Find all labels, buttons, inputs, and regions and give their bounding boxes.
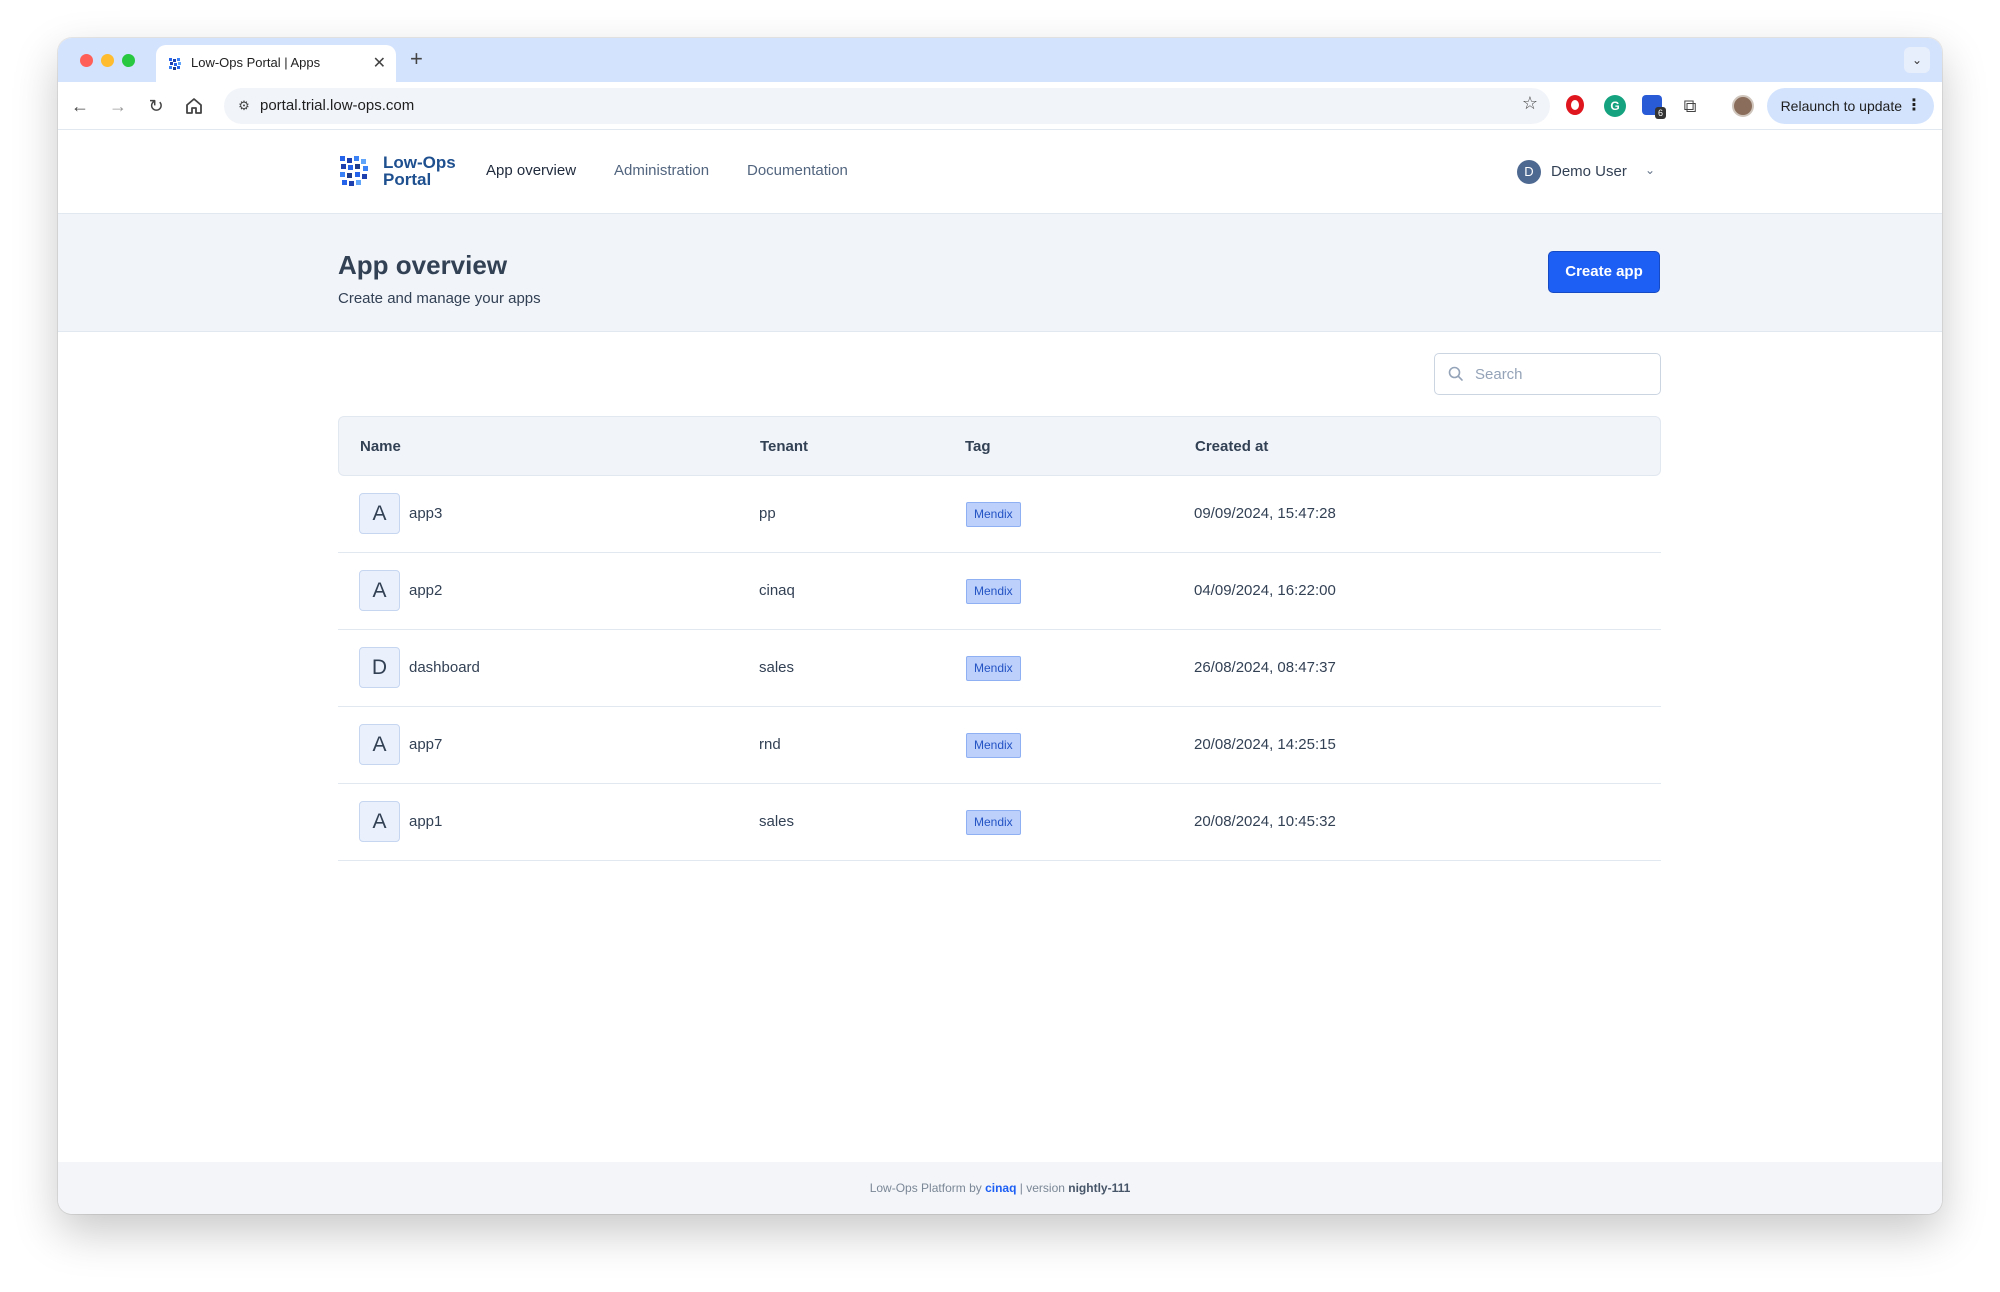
app-avatar: D [359, 647, 400, 688]
close-window-button[interactable] [80, 54, 93, 67]
table-header: Name Tenant Tag Created at [338, 416, 1661, 476]
grammarly-extension-icon[interactable]: G [1604, 95, 1626, 117]
created-at: 09/09/2024, 15:47:28 [1194, 505, 1336, 522]
nav-documentation[interactable]: Documentation [747, 162, 848, 179]
app-tenant: sales [759, 813, 795, 830]
app-name[interactable]: app3 [409, 505, 442, 522]
app-tenant: cinaq [759, 582, 795, 599]
column-header-created-at[interactable]: Created at [1195, 438, 1268, 455]
app-name[interactable]: app2 [409, 582, 442, 599]
logo-text[interactable]: Low-Ops Portal [383, 154, 456, 188]
page-subtitle: Create and manage your apps [338, 290, 541, 307]
tag-badge: Mendix [966, 502, 1021, 527]
logo-line-2: Portal [383, 170, 432, 189]
table-row[interactable]: D dashboard sales Mendix 26/08/2024, 08:… [338, 630, 1661, 707]
app-name[interactable]: dashboard [409, 659, 480, 676]
app-tenant: rnd [759, 736, 781, 753]
created-at: 04/09/2024, 16:22:00 [1194, 582, 1336, 599]
address-bar[interactable]: ⚙ portal.trial.low-ops.com ☆ [224, 88, 1550, 124]
column-header-tenant[interactable]: Tenant [760, 438, 808, 455]
column-header-name[interactable]: Name [360, 438, 401, 455]
bookmark-star-icon[interactable]: ☆ [1522, 93, 1538, 114]
tag-badge: Mendix [966, 810, 1021, 835]
minimize-window-button[interactable] [101, 54, 114, 67]
profile-avatar[interactable] [1732, 95, 1754, 117]
browser-window: Low-Ops Portal | Apps ✕ + ⌄ ← → ↻ ⚙ port… [58, 38, 1942, 1214]
app-avatar: A [359, 724, 400, 765]
nav-app-overview[interactable]: App overview [486, 162, 576, 179]
user-avatar: D [1517, 160, 1541, 184]
column-header-tag[interactable]: Tag [965, 438, 991, 455]
table-row[interactable]: A app2 cinaq Mendix 04/09/2024, 16:22:00 [338, 553, 1661, 630]
create-app-button[interactable]: Create app [1548, 251, 1660, 293]
app-tenant: sales [759, 659, 795, 676]
app-name[interactable]: app7 [409, 736, 442, 753]
reload-icon[interactable]: ↻ [144, 94, 168, 118]
footer-version: nightly-111 [1068, 1181, 1131, 1195]
page-title: App overview [338, 250, 508, 280]
app-avatar: A [359, 801, 400, 842]
back-arrow-icon[interactable]: ← [68, 94, 92, 118]
tab-title: Low-Ops Portal | Apps [191, 55, 321, 70]
footer-brand-link[interactable]: cinaq [985, 1181, 1016, 1195]
app-header: Low-Ops Portal App overview Administrati… [58, 130, 1942, 214]
table-row[interactable]: A app7 rnd Mendix 20/08/2024, 14:25:15 [338, 707, 1661, 784]
new-tab-icon[interactable]: + [410, 46, 423, 72]
low-ops-logo-icon[interactable] [338, 154, 372, 188]
tab-search-chevron-icon[interactable]: ⌄ [1904, 47, 1930, 73]
close-tab-icon[interactable]: ✕ [373, 53, 386, 73]
forward-arrow-icon[interactable]: → [106, 94, 130, 118]
logo-line-1: Low-Ops [383, 153, 456, 172]
tag-badge: Mendix [966, 579, 1021, 604]
page-header: App overview Create and manage your apps… [58, 214, 1942, 332]
app-tenant: pp [759, 505, 776, 522]
chevron-down-icon: ⌄ [1645, 163, 1656, 177]
extension-badge-count: 6 [1654, 107, 1666, 119]
more-menu-icon[interactable]: ⋮ [1906, 88, 1922, 124]
apps-table: Name Tenant Tag Created at A app3 pp Men… [338, 416, 1661, 861]
created-at: 26/08/2024, 08:47:37 [1194, 659, 1336, 676]
browser-tab-active[interactable]: Low-Ops Portal | Apps ✕ [156, 45, 396, 82]
tab-strip: Low-Ops Portal | Apps ✕ + ⌄ [58, 38, 1942, 82]
maximize-window-button[interactable] [122, 54, 135, 67]
user-name: Demo User [1551, 163, 1627, 180]
site-settings-icon[interactable]: ⚙ [232, 94, 256, 118]
app-avatar: A [359, 570, 400, 611]
extensions-puzzle-icon[interactable]: ⧉ [1678, 94, 1702, 118]
created-at: 20/08/2024, 14:25:15 [1194, 736, 1336, 753]
created-at: 20/08/2024, 10:45:32 [1194, 813, 1336, 830]
home-icon[interactable] [182, 94, 206, 118]
relaunch-label: Relaunch to update [1780, 98, 1902, 114]
search-box[interactable] [1434, 353, 1661, 395]
tag-badge: Mendix [966, 656, 1021, 681]
opera-extension-icon[interactable] [1566, 95, 1584, 115]
footer-prefix: Low-Ops Platform by [869, 1181, 982, 1195]
nav-administration[interactable]: Administration [614, 162, 709, 179]
table-row[interactable]: A app1 sales Mendix 20/08/2024, 10:45:32 [338, 784, 1661, 861]
relaunch-button[interactable]: Relaunch to update ⋮ [1766, 88, 1934, 124]
search-icon [1448, 366, 1463, 381]
page-footer: Low-Ops Platform by cinaq | version nigh… [58, 1162, 1942, 1214]
browser-toolbar: ← → ↻ ⚙ portal.trial.low-ops.com ☆ G 6 ⧉… [58, 82, 1942, 130]
table-row[interactable]: A app3 pp Mendix 09/09/2024, 15:47:28 [338, 476, 1661, 553]
url-text: portal.trial.low-ops.com [260, 97, 415, 114]
app-avatar: A [359, 493, 400, 534]
tag-badge: Mendix [966, 733, 1021, 758]
app-name[interactable]: app1 [409, 813, 442, 830]
badge-extension-icon[interactable]: 6 [1642, 95, 1666, 119]
portal-favicon-icon [169, 58, 181, 70]
search-input[interactable] [1475, 362, 1645, 386]
footer-separator: | version [1019, 1181, 1065, 1195]
